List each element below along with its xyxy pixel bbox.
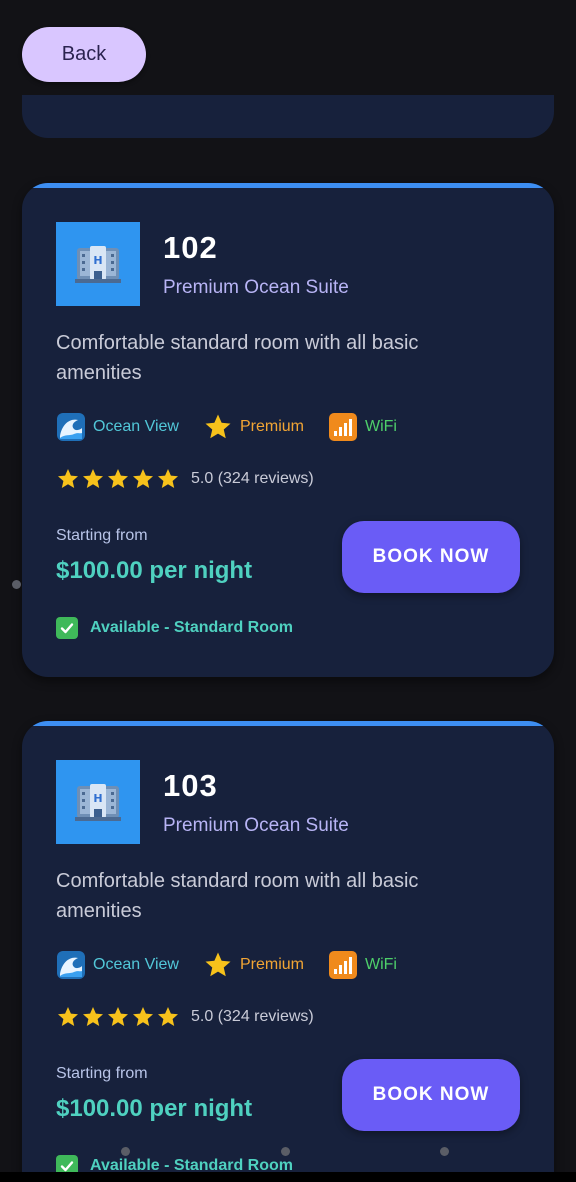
rating: 5.0 (324 reviews): [56, 467, 314, 491]
room-card-103[interactable]: H 103 Premium Ocean Suite Comfortable st…: [22, 721, 554, 1182]
room-description: Comfortable standard room with all basic…: [56, 870, 419, 922]
star-icon: [203, 950, 233, 980]
feature-label: Ocean View: [93, 418, 179, 435]
star-icon: [203, 412, 233, 442]
star-icon: [83, 1007, 103, 1026]
price-label: Starting from: [56, 527, 148, 544]
page-indicator-dot: [121, 1147, 130, 1156]
star-icon: [58, 469, 78, 488]
feature-wifi: WiFi: [328, 950, 397, 980]
card-accent-bar: [22, 721, 554, 726]
feature-list: Ocean View Premium WiFi: [56, 411, 421, 443]
price-label: Starting from: [56, 1065, 148, 1082]
availability-label: Available - Standard Room: [90, 619, 293, 636]
rating-text: 5.0 (324 reviews): [191, 1008, 314, 1025]
room-card-102[interactable]: H 102 Premium Ocean Suite Comfortable st…: [22, 183, 554, 677]
page-indicator-dot: [440, 1147, 449, 1156]
wave-icon: [56, 950, 86, 980]
book-now-button[interactable]: BOOK NOW: [342, 521, 520, 593]
star-icon: [158, 1007, 178, 1026]
room-type: Premium Ocean Suite: [163, 277, 349, 298]
star-icon: [133, 469, 153, 488]
page-indicator-dot: [281, 1147, 290, 1156]
hotel-icon: H: [56, 222, 140, 306]
star-rating: [56, 467, 181, 491]
previous-room-card[interactable]: [22, 95, 554, 138]
feature-label: WiFi: [365, 956, 397, 973]
scroll-indicator-dot: [12, 580, 21, 589]
svg-text:H: H: [93, 792, 102, 805]
room-number: 103: [163, 768, 218, 803]
feature-wifi: WiFi: [328, 412, 397, 442]
star-rating: [56, 1005, 181, 1029]
star-icon: [108, 469, 128, 488]
availability-status: Available - Standard Room: [56, 617, 293, 639]
room-description: Comfortable standard room with all basic…: [56, 332, 419, 384]
room-type: Premium Ocean Suite: [163, 815, 349, 836]
feature-premium: Premium: [203, 950, 304, 980]
book-now-button[interactable]: BOOK NOW: [342, 1059, 520, 1131]
card-accent-bar: [22, 183, 554, 188]
signal-icon: [328, 950, 358, 980]
feature-label: Premium: [239, 956, 304, 973]
bottom-system-bar: [0, 1172, 576, 1182]
rating: 5.0 (324 reviews): [56, 1005, 314, 1029]
signal-icon: [328, 412, 358, 442]
feature-ocean-view: Ocean View: [56, 412, 179, 442]
price: $100.00 per night: [56, 1095, 253, 1122]
feature-label: Ocean View: [93, 956, 179, 973]
room-number: 102: [163, 230, 218, 265]
star-icon: [58, 1007, 78, 1026]
feature-premium: Premium: [203, 412, 304, 442]
star-icon: [83, 469, 103, 488]
feature-ocean-view: Ocean View: [56, 950, 179, 980]
feature-label: Premium: [239, 418, 304, 435]
svg-text:H: H: [93, 254, 102, 267]
star-icon: [158, 469, 178, 488]
feature-list: Ocean View Premium WiFi: [56, 949, 421, 981]
back-button[interactable]: Back: [22, 27, 146, 82]
star-icon: [133, 1007, 153, 1026]
hotel-icon: H: [56, 760, 140, 844]
check-icon: [56, 617, 78, 639]
price: $100.00 per night: [56, 557, 253, 584]
star-icon: [108, 1007, 128, 1026]
wave-icon: [56, 412, 86, 442]
room-list-screen: Back H 102 Premium Ocean Suite Comfortab…: [0, 0, 576, 1182]
rating-text: 5.0 (324 reviews): [191, 470, 314, 487]
feature-label: WiFi: [365, 418, 397, 435]
